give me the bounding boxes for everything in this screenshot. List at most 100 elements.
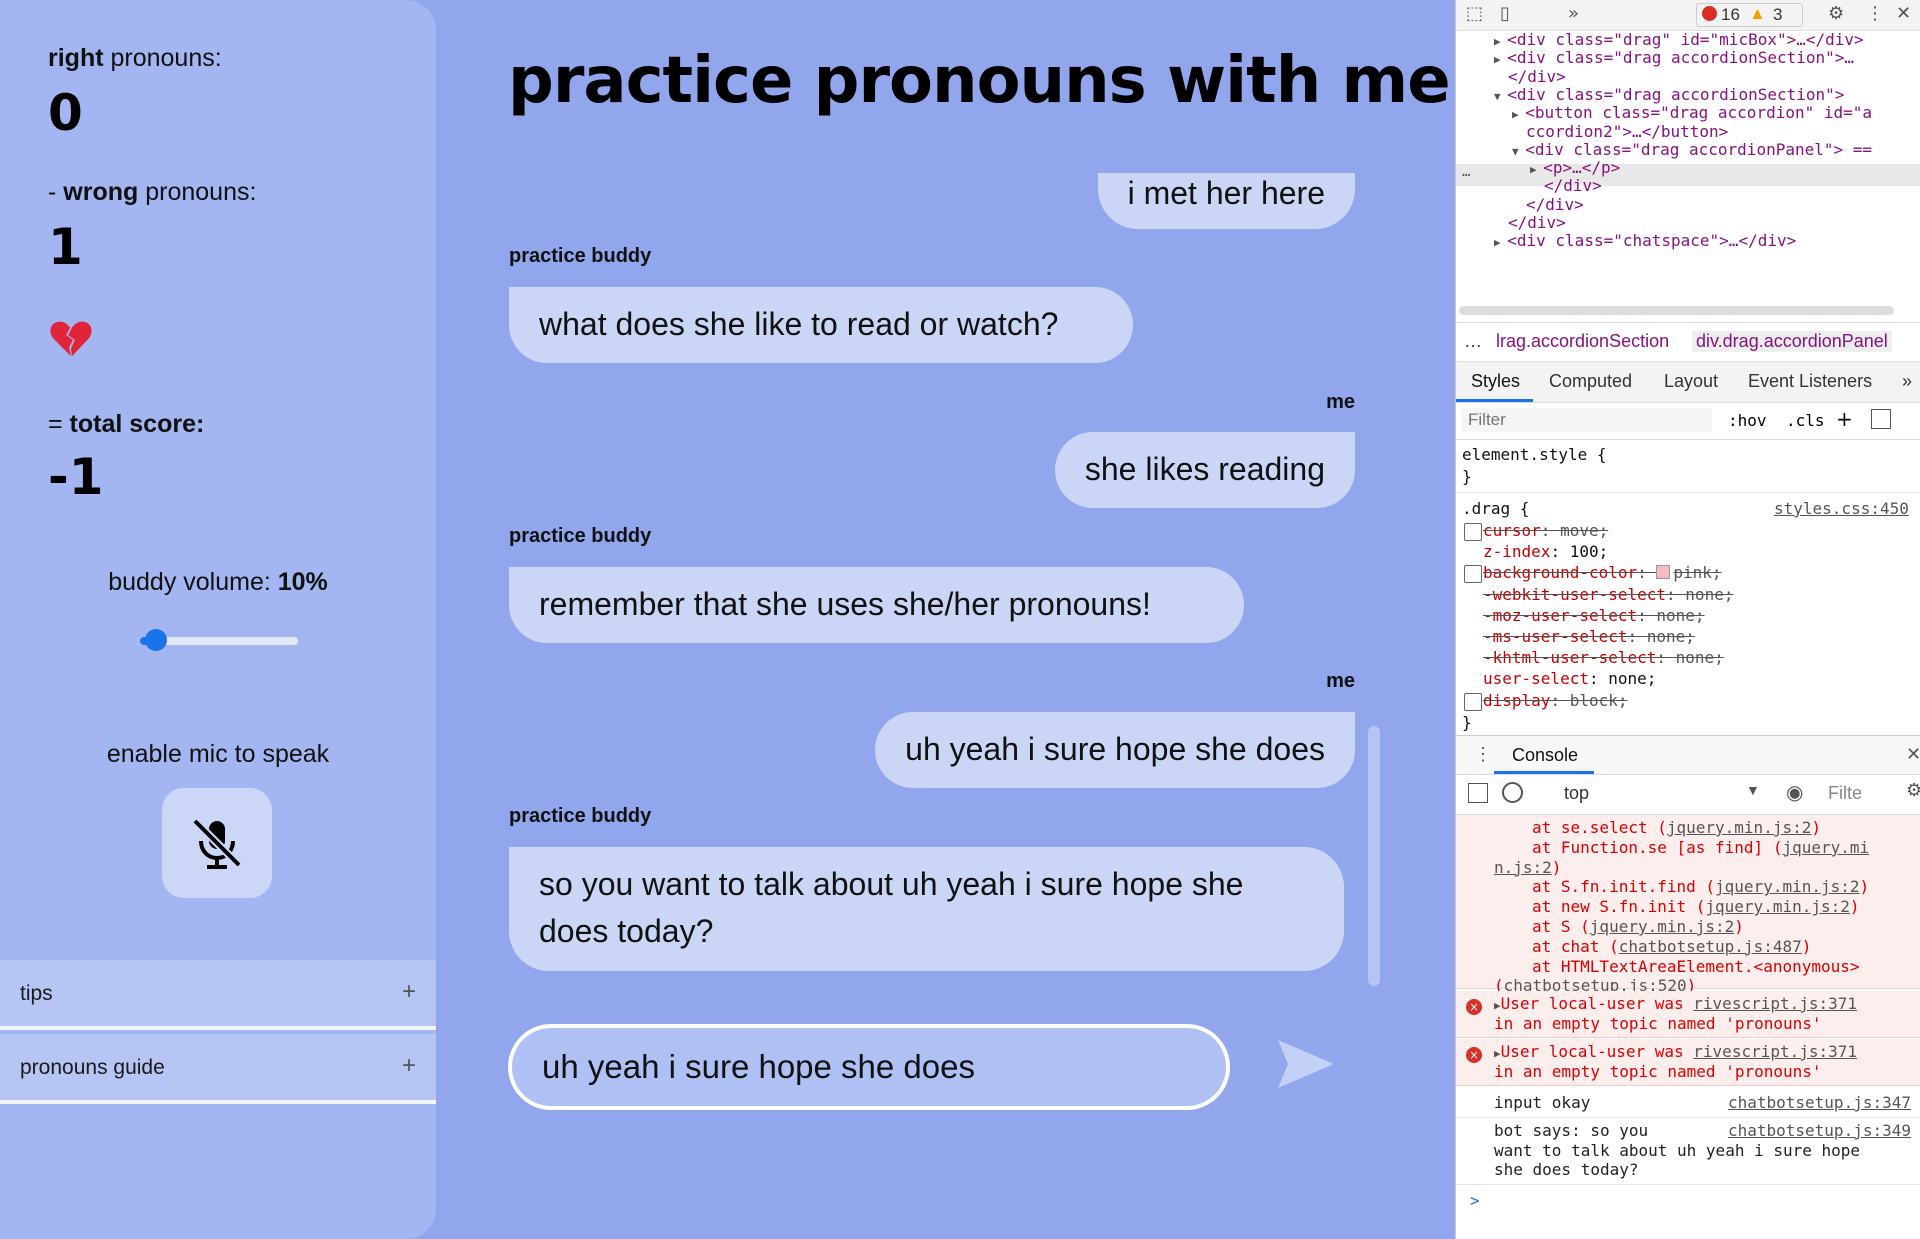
close-icon[interactable]: ✕ [1896,3,1911,24]
rule-source-link[interactable]: styles.css:450 [1774,499,1909,518]
console-prompt[interactable]: > [1470,1191,1480,1210]
elements-tree-node[interactable]: ▶ <p>…</p> [1530,158,1620,177]
eye-icon[interactable]: ◉ [1786,780,1803,805]
mic-toggle-button[interactable] [162,788,272,898]
console-settings-icon[interactable]: ⚙ [1906,780,1920,801]
elements-tree-node[interactable]: </div> [1544,176,1602,195]
css-declaration[interactable]: cursor: move; [1483,521,1608,540]
elements-tree-node[interactable]: ▶ <button class="drag accordion" id="a [1512,103,1872,122]
hov-toggle[interactable]: :hov [1728,411,1767,430]
message-input[interactable]: uh yeah i sure hope she does [508,1024,1230,1110]
kebab-menu-icon[interactable]: ⋮ [1866,3,1884,24]
css-declaration[interactable]: -webkit-user-select: none; [1483,585,1733,604]
inspect-icon[interactable]: ⬚ [1466,3,1483,24]
source-link[interactable]: jquery.min.js:2 [1705,897,1850,916]
issue-counter[interactable]: 16 ▲ 3 [1696,3,1803,27]
source-link[interactable]: rivescript.js:371 [1693,994,1857,1013]
css-declaration[interactable]: -khtml-user-select: none; [1483,648,1724,667]
rule-selector[interactable]: .drag { [1462,499,1529,518]
elements-tree-node[interactable]: ccordion2">…</button> [1526,122,1728,141]
sidebar-toggle-icon[interactable] [1871,409,1891,429]
right-pronouns-value: 0 [48,84,83,142]
more-tabs-icon[interactable]: » [1568,3,1579,24]
chevron-down-icon[interactable]: ▼ [1746,782,1760,798]
tab-event-listeners[interactable]: Event Listeners [1748,371,1872,392]
source-link[interactable]: chatbotsetup.js:349 [1728,1121,1911,1140]
tab-more[interactable]: » [1902,371,1912,392]
tab-computed[interactable]: Computed [1549,371,1632,392]
elements-tree-node[interactable]: ▼ <div class="drag accordionPanel"> == [1512,140,1872,159]
property-checkbox[interactable] [1464,523,1482,541]
cls-toggle[interactable]: .cls [1786,411,1825,430]
collapse-arrow-icon[interactable]: ▶ [1494,53,1507,66]
breadcrumb-item[interactable]: lrag.accordionSection [1496,331,1669,352]
volume-slider-thumb[interactable] [144,629,167,651]
css-declaration[interactable]: z-index: 100; [1483,542,1608,561]
elements-tree-node[interactable]: ▶ <div class="drag" id="micBox">…</div> [1494,30,1864,49]
tab-layout[interactable]: Layout [1664,371,1718,392]
collapse-arrow-icon[interactable]: ▶ [1512,108,1525,121]
source-link[interactable]: jquery.min.js:2 [1715,877,1860,896]
expand-arrow-icon[interactable]: ▶ [1494,999,1501,1012]
send-icon[interactable] [1276,1036,1336,1092]
css-declaration[interactable]: user-select: none; [1483,669,1656,688]
collapse-arrow-icon[interactable]: ▶ [1530,163,1543,176]
property-checkbox[interactable] [1464,565,1482,584]
source-link[interactable]: jquery.mi [1782,838,1869,857]
settings-gear-icon[interactable]: ⚙ [1828,3,1844,24]
element-style-selector[interactable]: element.style { [1462,445,1607,464]
close-drawer-icon[interactable]: ✕ [1906,744,1920,765]
accordion-pronouns-guide[interactable]: pronouns guide + [0,1034,436,1104]
console-filter-input[interactable]: Filte [1828,783,1862,804]
source-link[interactable]: rivescript.js:371 [1693,1042,1857,1061]
clear-console-icon[interactable] [1502,782,1523,803]
breadcrumb-item-selected[interactable]: div.drag.accordionPanel [1692,331,1892,352]
elements-tree-node[interactable]: ▶ <div class="chatspace">…</div> [1494,231,1796,250]
expand-arrow-icon[interactable]: ▼ [1494,90,1507,103]
expand-arrow-icon[interactable]: ▶ [1494,1047,1501,1060]
css-property: -khtml-user-select [1483,648,1657,668]
elements-tree-node[interactable]: </div> [1508,67,1566,86]
css-value: move; [1560,521,1609,540]
elements-tree-node[interactable]: </div> [1526,195,1584,214]
new-rule-button[interactable]: + [1836,407,1853,431]
styles-filter-input[interactable] [1462,408,1712,432]
elements-horizontal-scrollbar[interactable] [1459,306,1894,315]
message-bubble: remember that she uses she/her pronouns! [509,567,1244,643]
css-declaration[interactable]: -moz-user-select: none; [1483,606,1705,625]
css-colon: : [1656,648,1676,668]
source-link[interactable]: jquery.min.js:2 [1667,818,1812,837]
source-link[interactable]: jquery.min.js:2 [1590,917,1735,936]
collapse-arrow-icon[interactable]: ▶ [1494,236,1507,249]
drawer-menu-icon[interactable]: ⋮ [1474,744,1492,765]
elements-tree-node[interactable]: </div> [1508,213,1566,232]
volume-slider[interactable] [140,629,298,651]
stack-frame: at se.select (jquery.min.js:2) [1532,818,1821,837]
console-error[interactable]: × ▶User local-user was rivescript.js:371 i… [1456,1039,1920,1086]
tab-console[interactable]: Console [1512,745,1578,766]
console-sidebar-icon[interactable] [1468,783,1488,803]
source-link[interactable]: chatbotsetup.js:487 [1619,937,1802,956]
context-selector[interactable]: top [1564,783,1589,804]
node-markup: </div> [1508,66,1566,86]
chat-scrollbar[interactable] [1368,176,1380,986]
chat-scrollbar-thumb[interactable] [1368,726,1380,986]
color-swatch[interactable] [1656,565,1671,580]
property-checkbox[interactable] [1464,692,1482,711]
tab-styles[interactable]: Styles [1471,371,1520,392]
accordion-tips[interactable]: tips + [0,960,436,1030]
expand-arrow-icon[interactable]: ▼ [1512,145,1525,158]
css-property: user-select [1483,669,1589,689]
css-declaration[interactable]: background-color: pink; [1483,563,1722,582]
source-link[interactable]: n.js:2 [1494,858,1552,877]
console-error[interactable]: × ▶User local-user was rivescript.js:371 i… [1456,991,1920,1038]
css-declaration[interactable]: display: block; [1483,691,1628,710]
source-link[interactable]: chatbotsetup.js:347 [1728,1093,1911,1112]
collapse-arrow-icon[interactable]: ▶ [1494,35,1507,48]
elements-tree-node[interactable]: ▶ <div class="drag accordionSection">… [1494,48,1854,67]
css-property: display [1483,690,1551,710]
css-declaration[interactable]: -ms-user-select: none; [1483,627,1695,646]
breadcrumb-ellipsis[interactable]: … [1464,331,1482,352]
elements-tree-node[interactable]: ▼ <div class="drag accordionSection"> [1494,85,1844,104]
device-toggle-icon[interactable]: ▯ [1500,3,1510,24]
